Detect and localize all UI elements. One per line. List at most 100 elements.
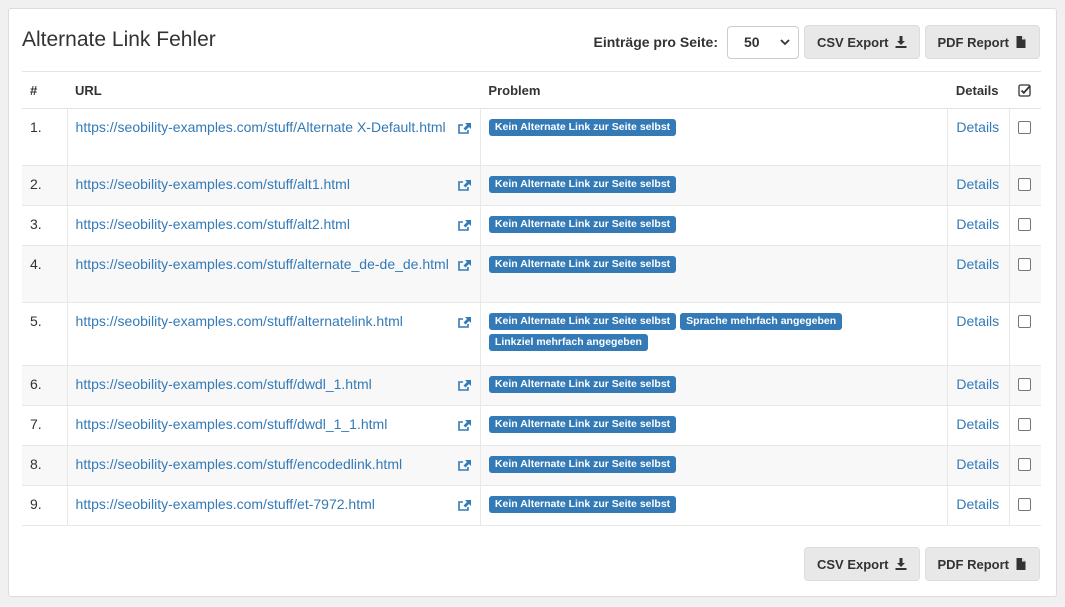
header-num: # [22,71,68,109]
alternate-link-table: # URL Problem Details 1. https://seobili… [22,71,1041,526]
row-number: 3. [22,205,68,246]
pdf-report-button-bottom[interactable]: PDF Report [924,547,1040,581]
url-link[interactable]: https://seobility-examples.com/stuff/Alt… [76,119,446,135]
details-link[interactable]: Details [956,496,999,512]
problem-badge: Kein Alternate Link zur Seite selbst [488,376,677,393]
per-page-select[interactable]: 50 [726,25,799,59]
share-icon[interactable] [457,121,472,134]
csv-export-button-bottom[interactable]: CSV Export [803,547,920,581]
header-check-all[interactable] [1009,71,1041,109]
row-checkbox[interactable] [1018,218,1032,231]
details-link[interactable]: Details [956,456,999,472]
problem-cell: Kein Alternate Link zur Seite selbst [479,165,948,206]
problem-badge: Kein Alternate Link zur Seite selbst [488,416,677,433]
select-cell [1009,108,1041,166]
problem-badge: Kein Alternate Link zur Seite selbst [488,119,677,136]
check-square-icon[interactable] [1018,83,1031,97]
share-icon[interactable] [457,178,472,191]
details-cell: Details [947,365,1010,406]
row-checkbox[interactable] [1018,315,1032,328]
table-row: 6. https://seobility-examples.com/stuff/… [22,365,1041,406]
details-link[interactable]: Details [956,176,999,192]
row-number: 2. [22,165,68,206]
url-cell: https://seobility-examples.com/stuff/alt… [66,245,481,303]
row-checkbox[interactable] [1018,258,1032,271]
share-icon[interactable] [457,418,472,431]
url-link[interactable]: https://seobility-examples.com/stuff/dwd… [76,376,372,392]
details-link[interactable]: Details [956,416,999,432]
pdf-report-label: PDF Report [937,556,1010,572]
csv-export-button[interactable]: CSV Export [803,25,920,59]
problem-cell: Kein Alternate Link zur Seite selbst [479,405,948,446]
problem-badge: Kein Alternate Link zur Seite selbst [488,256,677,273]
pdf-report-button[interactable]: PDF Report [924,25,1040,59]
row-number: 5. [22,302,68,366]
url-link[interactable]: https://seobility-examples.com/stuff/dwd… [76,416,388,432]
url-cell: https://seobility-examples.com/stuff/alt… [66,302,481,366]
select-cell [1009,485,1041,526]
csv-export-label: CSV Export [816,556,889,572]
bottom-toolbar: CSV Export PDF Report [803,547,1040,581]
url-cell: https://seobility-examples.com/stuff/alt… [66,205,481,246]
details-cell: Details [947,405,1010,446]
problem-badge: Sprache mehrfach angegeben [680,313,843,330]
share-icon[interactable] [457,378,472,391]
pdf-report-label: PDF Report [937,34,1010,50]
select-cell [1009,302,1041,366]
url-cell: https://seobility-examples.com/stuff/alt… [66,165,481,206]
select-cell [1009,245,1041,303]
row-checkbox[interactable] [1018,178,1032,191]
share-icon[interactable] [457,218,472,231]
url-link[interactable]: https://seobility-examples.com/stuff/enc… [76,456,403,472]
details-link[interactable]: Details [956,216,999,232]
row-checkbox[interactable] [1018,498,1032,511]
problem-cell: Kein Alternate Link zur Seite selbst [479,205,948,246]
problem-cell: Kein Alternate Link zur Seite selbst [479,485,948,526]
file-icon [1016,558,1026,570]
details-link[interactable]: Details [956,313,999,329]
problem-cell: Kein Alternate Link zur Seite selbst [479,365,948,406]
top-toolbar: Einträge pro Seite: 50 CSV Export PDF Re… [594,25,1040,59]
url-link[interactable]: https://seobility-examples.com/stuff/alt… [76,313,403,329]
csv-export-label: CSV Export [816,34,889,50]
table-row: 2. https://seobility-examples.com/stuff/… [22,165,1041,206]
details-link[interactable]: Details [956,376,999,392]
panel-title: Alternate Link Fehler [22,28,216,51]
details-link[interactable]: Details [956,119,999,135]
header-problem[interactable]: Problem [480,71,948,109]
row-number: 8. [22,445,68,486]
details-link[interactable]: Details [956,256,999,272]
download-icon [895,36,906,48]
row-number: 1. [22,108,68,166]
details-cell: Details [947,108,1010,166]
share-icon[interactable] [457,458,472,471]
row-number: 6. [22,365,68,406]
table-row: 7. https://seobility-examples.com/stuff/… [22,405,1041,446]
select-cell [1009,405,1041,446]
file-icon [1016,36,1026,48]
header-url[interactable]: URL [67,71,481,109]
url-link[interactable]: https://seobility-examples.com/stuff/et-… [76,496,375,512]
share-icon[interactable] [457,258,472,271]
problem-cell: Kein Alternate Link zur Seite selbst [479,245,948,303]
row-checkbox[interactable] [1018,378,1032,391]
share-icon[interactable] [457,315,472,328]
details-cell: Details [947,205,1010,246]
details-cell: Details [947,165,1010,206]
table-row: 3. https://seobility-examples.com/stuff/… [22,205,1041,246]
url-link[interactable]: https://seobility-examples.com/stuff/alt… [76,216,350,232]
details-cell: Details [947,445,1010,486]
select-cell [1009,205,1041,246]
url-link[interactable]: https://seobility-examples.com/stuff/alt… [76,256,449,272]
row-checkbox[interactable] [1018,121,1032,134]
table-row: 4. https://seobility-examples.com/stuff/… [22,245,1041,303]
url-link[interactable]: https://seobility-examples.com/stuff/alt… [76,176,350,192]
details-cell: Details [947,302,1010,366]
share-icon[interactable] [457,498,472,511]
row-checkbox[interactable] [1018,418,1032,431]
url-cell: https://seobility-examples.com/stuff/enc… [66,445,481,486]
row-checkbox[interactable] [1018,458,1032,471]
per-page-value: 50 [743,34,760,50]
problem-cell: Kein Alternate Link zur Seite selbst [479,108,948,166]
download-icon [895,558,906,570]
